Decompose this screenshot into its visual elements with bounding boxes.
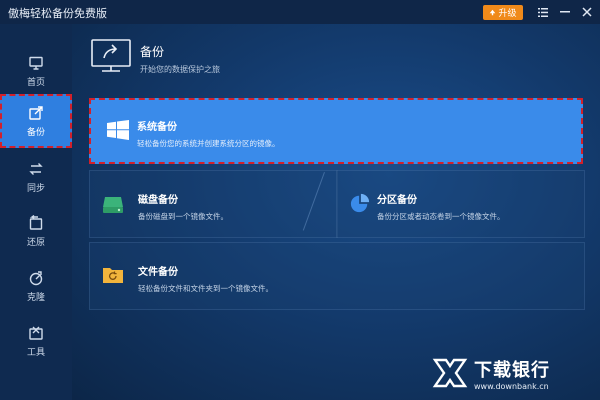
sidebar-item-clone[interactable]: 克隆 [0, 259, 72, 313]
menu-button[interactable] [534, 3, 552, 21]
sidebar-item-label: 克隆 [26, 292, 45, 303]
windows-icon [107, 120, 129, 140]
tools-icon [29, 326, 43, 340]
card-desc: 轻松备份文件和文件夹到一个镜像文件。 [138, 284, 273, 293]
backup-header-icon [91, 39, 131, 72]
card-title: 分区备份 [377, 195, 417, 206]
sync-icon [29, 162, 43, 175]
upgrade-button[interactable]: 升级 [483, 5, 523, 20]
page-subtitle: 开始您的数据保护之旅 [140, 65, 220, 74]
close-button[interactable] [578, 3, 596, 21]
disk-icon [103, 197, 123, 213]
sidebar-item-label: 同步 [26, 183, 45, 194]
watermark-name: 下载银行 [474, 359, 550, 381]
card-title: 文件备份 [138, 267, 178, 278]
sidebar: 首页 备份 同步 还原 克隆 工具 [0, 24, 72, 400]
title-bar: 傲梅轻松备份免费版 升级 [0, 0, 600, 24]
sidebar-item-label: 备份 [26, 127, 45, 138]
sidebar-item-sync[interactable]: 同步 [0, 150, 72, 204]
watermark-logo-icon [432, 358, 468, 388]
restore-icon [29, 214, 43, 230]
sidebar-item-home[interactable]: 首页 [0, 44, 72, 98]
minimize-button[interactable] [556, 3, 574, 21]
file-backup-card[interactable]: 文件备份 轻松备份文件和文件夹到一个镜像文件。 [89, 242, 585, 310]
card-desc: 轻松备份您的系统并创建系统分区的镜像。 [137, 139, 280, 148]
card-desc: 备份磁盘到一个镜像文件。 [138, 212, 228, 221]
sidebar-item-restore[interactable]: 还原 [0, 204, 72, 258]
upgrade-label: 升级 [498, 9, 517, 19]
main-panel: 备份 开始您的数据保护之旅 系统备份 轻松备份您的系统并创建系统分区的镜像。 磁… [72, 24, 600, 400]
card-title: 系统备份 [137, 122, 177, 133]
sidebar-item-backup[interactable]: 备份 [0, 94, 72, 148]
sidebar-item-label: 首页 [26, 77, 45, 88]
app-title: 傲梅轻松备份免费版 [8, 7, 107, 20]
folder-icon [103, 268, 123, 283]
page-title: 备份 [140, 45, 165, 59]
minimize-icon [560, 11, 570, 13]
monitor-icon [29, 56, 43, 70]
close-icon [582, 7, 592, 17]
watermark: 下载银行 www.downbank.cn [432, 352, 592, 394]
pie-icon [350, 193, 370, 213]
card-title: 磁盘备份 [138, 195, 178, 206]
system-backup-card[interactable]: 系统备份 轻松备份您的系统并创建系统分区的镜像。 [89, 98, 583, 164]
up-arrow-icon [490, 9, 496, 16]
card-desc: 备份分区或者动态卷到一个镜像文件。 [377, 212, 505, 221]
sidebar-item-label: 工具 [26, 347, 45, 358]
partition-backup-card[interactable]: 分区备份 备份分区或者动态卷到一个镜像文件。 [336, 170, 585, 238]
backup-icon [29, 105, 43, 120]
sidebar-item-tools[interactable]: 工具 [0, 314, 72, 368]
clone-icon [29, 270, 43, 285]
disk-backup-card[interactable]: 磁盘备份 备份磁盘到一个镜像文件。 [89, 170, 338, 238]
watermark-url: www.downbank.cn [474, 381, 549, 391]
sidebar-item-label: 还原 [26, 237, 45, 248]
menu-icon [538, 7, 548, 17]
